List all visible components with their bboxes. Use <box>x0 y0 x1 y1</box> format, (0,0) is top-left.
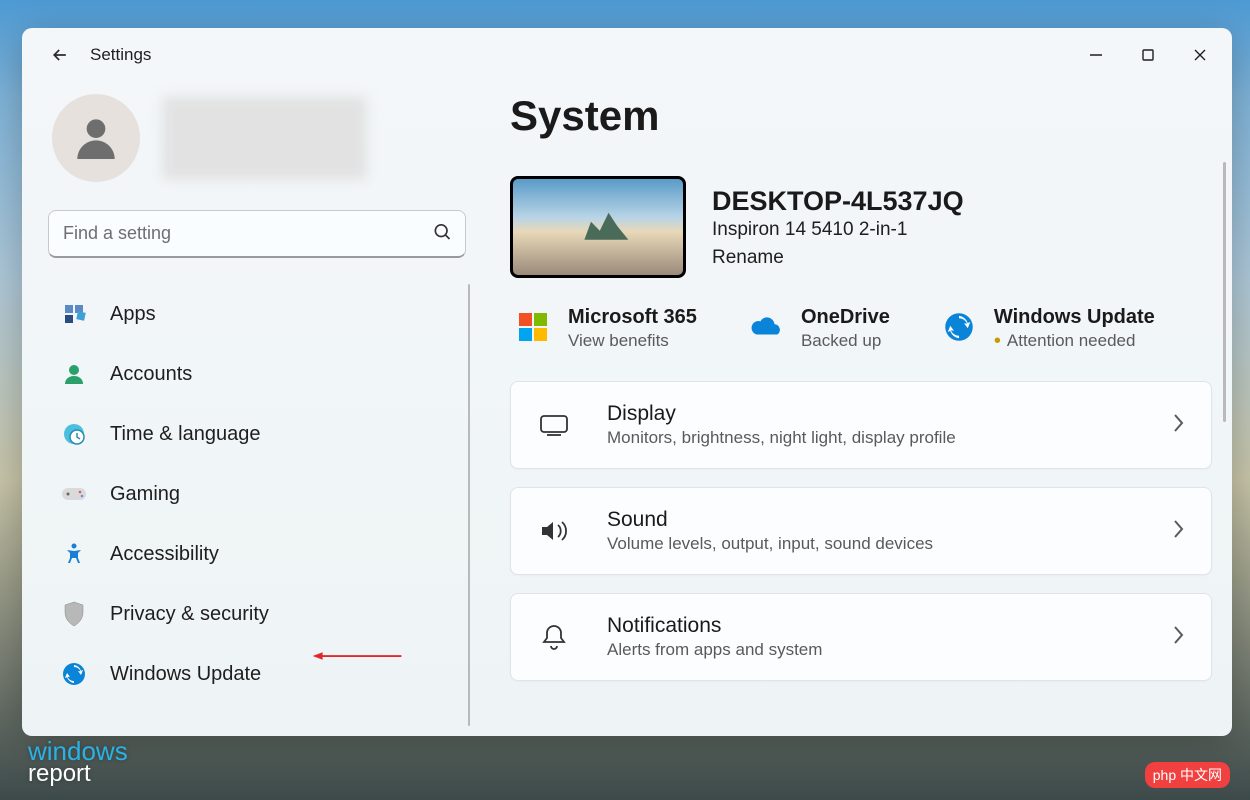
gaming-icon <box>60 480 88 508</box>
sidebar-item-apps[interactable]: Apps <box>48 284 466 344</box>
rename-link[interactable]: Rename <box>712 247 964 269</box>
accessibility-icon <box>60 540 88 568</box>
person-icon <box>68 110 124 166</box>
windows-update-icon <box>60 660 88 688</box>
notifications-icon <box>537 623 571 651</box>
maximize-icon <box>1141 48 1155 62</box>
quick-title: Microsoft 365 <box>568 306 697 329</box>
search-icon <box>432 222 452 247</box>
card-title: Notifications <box>607 614 822 638</box>
sidebar-item-label: Accounts <box>110 363 192 386</box>
sidebar-item-label: Privacy & security <box>110 603 269 626</box>
close-button[interactable] <box>1174 35 1226 75</box>
card-display[interactable]: Display Monitors, brightness, night ligh… <box>510 381 1212 469</box>
sidebar-item-label: Gaming <box>110 483 180 506</box>
device-model: Inspiron 14 5410 2-in-1 <box>712 219 964 241</box>
microsoft-365-icon <box>516 310 550 344</box>
sidebar-item-label: Windows Update <box>110 663 261 686</box>
profile-block[interactable] <box>48 94 466 182</box>
card-sound[interactable]: Sound Volume levels, output, input, soun… <box>510 487 1212 575</box>
windows-update-icon <box>942 310 976 344</box>
watermark: windows report <box>28 739 128 786</box>
page-title: System <box>510 92 1212 140</box>
card-sub: Volume levels, output, input, sound devi… <box>607 534 933 554</box>
titlebar: Settings <box>22 28 1232 82</box>
chevron-right-icon <box>1171 412 1185 439</box>
quick-sub: •Attention needed <box>994 331 1155 351</box>
minimize-button[interactable] <box>1070 35 1122 75</box>
quick-onedrive[interactable]: OneDrive Backed up <box>749 306 890 351</box>
app-title: Settings <box>90 45 151 65</box>
quick-title: Windows Update <box>994 306 1155 329</box>
sidebar: Apps Accounts Time & language <box>22 82 492 736</box>
sidebar-item-accessibility[interactable]: Accessibility <box>48 524 466 584</box>
sidebar-item-label: Apps <box>110 303 156 326</box>
sidebar-item-accounts[interactable]: Accounts <box>48 344 466 404</box>
sound-icon <box>537 518 571 544</box>
quick-windows-update[interactable]: Windows Update •Attention needed <box>942 306 1155 351</box>
sidebar-nav: Apps Accounts Time & language <box>48 284 466 736</box>
php-watermark: php 中文网 <box>1145 762 1230 788</box>
card-title: Display <box>607 402 956 426</box>
card-sub: Monitors, brightness, night light, displ… <box>607 428 956 448</box>
arrow-left-icon <box>50 45 70 65</box>
apps-icon <box>60 300 88 328</box>
sidebar-item-label: Accessibility <box>110 543 219 566</box>
quick-title: OneDrive <box>801 306 890 329</box>
avatar <box>52 94 140 182</box>
chevron-right-icon <box>1171 518 1185 545</box>
display-icon <box>537 413 571 437</box>
device-thumbnail[interactable] <box>510 176 686 278</box>
settings-window: Settings <box>22 28 1232 736</box>
time-language-icon <box>60 420 88 448</box>
sidebar-item-time-language[interactable]: Time & language <box>48 404 466 464</box>
quick-microsoft-365[interactable]: Microsoft 365 View benefits <box>516 306 697 351</box>
maximize-button[interactable] <box>1122 35 1174 75</box>
sidebar-item-windows-update[interactable]: Windows Update <box>48 644 466 704</box>
search-input[interactable] <box>48 210 466 258</box>
scrollbar[interactable] <box>1223 162 1226 422</box>
back-button[interactable] <box>40 35 80 75</box>
shield-icon <box>60 600 88 628</box>
device-info: DESKTOP-4L537JQ Inspiron 14 5410 2-in-1 … <box>712 186 964 269</box>
sidebar-item-privacy-security[interactable]: Privacy & security <box>48 584 466 644</box>
chevron-right-icon <box>1171 624 1185 651</box>
accounts-icon <box>60 360 88 388</box>
quick-sub: Backed up <box>801 331 890 351</box>
sidebar-item-gaming[interactable]: Gaming <box>48 464 466 524</box>
card-notifications[interactable]: Notifications Alerts from apps and syste… <box>510 593 1212 681</box>
search-wrap <box>48 210 466 258</box>
main-content: System DESKTOP-4L537JQ Inspiron 14 5410 … <box>492 82 1232 736</box>
quick-links-row: Microsoft 365 View benefits OneDrive Bac… <box>510 306 1212 351</box>
card-title: Sound <box>607 508 933 532</box>
onedrive-icon <box>749 310 783 344</box>
profile-text-redacted <box>162 96 367 180</box>
scrollbar[interactable] <box>468 284 470 726</box>
card-sub: Alerts from apps and system <box>607 640 822 660</box>
close-icon <box>1193 48 1207 62</box>
device-name: DESKTOP-4L537JQ <box>712 186 964 217</box>
sidebar-item-label: Time & language <box>110 423 260 446</box>
quick-sub: View benefits <box>568 331 697 351</box>
window-buttons <box>1070 35 1226 75</box>
device-row: DESKTOP-4L537JQ Inspiron 14 5410 2-in-1 … <box>510 176 1212 278</box>
minimize-icon <box>1089 48 1103 62</box>
